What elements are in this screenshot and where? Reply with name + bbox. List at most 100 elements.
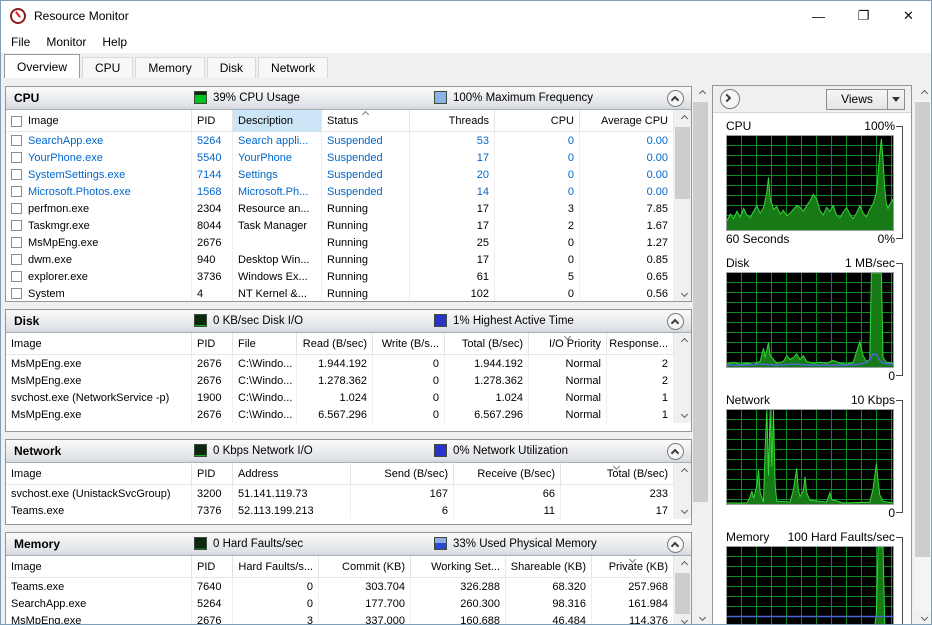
table-row[interactable]: Microsoft.Photos.exe1568Microsoft.Ph...S…: [6, 183, 691, 200]
column-header-pid[interactable]: PID: [192, 333, 233, 355]
table-row[interactable]: SystemSettings.exe7144SettingsSuspended2…: [6, 166, 691, 183]
scroll-down-button[interactable]: [692, 611, 709, 625]
table-row[interactable]: dwm.exe940Desktop Win...Running1700.85: [6, 251, 691, 268]
table-row[interactable]: System4NT Kernel &...Running10200.56: [6, 285, 691, 302]
main-scrollbar[interactable]: [692, 85, 709, 625]
scroll-up-button[interactable]: [914, 85, 931, 100]
column-header-desc[interactable]: Description: [233, 110, 322, 132]
maximize-button[interactable]: ❐: [841, 1, 886, 31]
column-header-pid[interactable]: PID: [192, 556, 233, 578]
scroll-up-button[interactable]: [692, 85, 709, 100]
column-header-share[interactable]: Shareable (KB): [506, 556, 592, 578]
row-checkbox[interactable]: [11, 237, 22, 248]
column-header-receive[interactable]: Receive (B/sec): [454, 463, 561, 485]
table-row[interactable]: MsMpEng.exe2676C:\Windo...6.567.29606.56…: [6, 406, 691, 423]
scroll-down-button[interactable]: [674, 408, 691, 423]
menu-item-file[interactable]: File: [3, 32, 38, 52]
column-header-address[interactable]: Address: [233, 463, 351, 485]
table-row[interactable]: svchost.exe (NetworkService -p)1900C:\Wi…: [6, 389, 691, 406]
row-checkbox[interactable]: [11, 288, 22, 299]
table-row[interactable]: perfmon.exe2304Resource an...Running1737…: [6, 200, 691, 217]
table-row[interactable]: SearchApp.exe52640177.700260.30098.31616…: [6, 595, 691, 612]
row-checkbox[interactable]: [11, 254, 22, 265]
row-checkbox[interactable]: [11, 203, 22, 214]
tab-disk[interactable]: Disk: [207, 57, 256, 78]
row-checkbox[interactable]: [11, 220, 22, 231]
tab-network[interactable]: Network: [258, 57, 328, 78]
column-header-priv[interactable]: Private (KB): [592, 556, 674, 578]
row-checkbox[interactable]: [11, 135, 22, 146]
network-table-scrollbar[interactable]: [674, 463, 691, 519]
disk-collapse-button[interactable]: [667, 313, 684, 330]
views-dropdown-button[interactable]: [888, 89, 905, 110]
scroll-down-button[interactable]: [674, 504, 691, 519]
table-row[interactable]: MsMpEng.exe2676C:\Windo...1.944.19201.94…: [6, 355, 691, 372]
row-checkbox[interactable]: [11, 169, 22, 180]
scrollbar-thumb[interactable]: [693, 102, 708, 502]
table-row[interactable]: svchost.exe (UnistackSvcGroup)320051.141…: [6, 485, 691, 502]
scroll-up-button[interactable]: [674, 110, 691, 125]
table-row[interactable]: MsMpEng.exe2676Running2501.27: [6, 234, 691, 251]
table-row[interactable]: Taskmgr.exe8044Task ManagerRunning1721.6…: [6, 217, 691, 234]
column-header-avg[interactable]: Average CPU: [580, 110, 674, 132]
memory-collapse-button[interactable]: [667, 536, 684, 553]
row-checkbox[interactable]: [11, 271, 22, 282]
expand-pane-button[interactable]: [720, 89, 740, 109]
table-row[interactable]: MsMpEng.exe26763337.000160.68846.484114.…: [6, 612, 691, 625]
views-button-label[interactable]: Views: [826, 89, 888, 110]
column-header-hf[interactable]: Hard Faults/s...: [233, 556, 319, 578]
column-header-threads[interactable]: Threads: [410, 110, 495, 132]
scroll-down-button[interactable]: [674, 614, 691, 625]
column-header-commit[interactable]: Commit (KB): [319, 556, 411, 578]
table-row[interactable]: SearchApp.exe5264Search appli...Suspende…: [6, 132, 691, 149]
table-row[interactable]: MsMpEng.exe2676C:\Windo...1.278.36201.27…: [6, 372, 691, 389]
column-header-pid[interactable]: PID: [192, 463, 233, 485]
memory-table-scrollbar[interactable]: [674, 556, 691, 625]
column-header-ws[interactable]: Working Set...: [411, 556, 506, 578]
scrollbar-thumb[interactable]: [675, 127, 690, 199]
network-collapse-button[interactable]: [667, 443, 684, 460]
scroll-up-button[interactable]: [674, 463, 691, 478]
cpu-table-scrollbar[interactable]: [674, 110, 691, 302]
column-header-status[interactable]: Status: [322, 110, 410, 132]
scroll-up-button[interactable]: [674, 556, 691, 571]
column-header-write[interactable]: Write (B/s...: [373, 333, 445, 355]
views-button[interactable]: Views: [826, 89, 905, 110]
scroll-down-button[interactable]: [914, 611, 931, 625]
right-pane-scrollbar[interactable]: [914, 85, 931, 625]
disk-table-scrollbar[interactable]: [674, 333, 691, 423]
row-checkbox[interactable]: [11, 116, 22, 127]
column-header-cpu[interactable]: CPU: [495, 110, 580, 132]
column-header-image[interactable]: Image: [6, 110, 192, 132]
menu-item-monitor[interactable]: Monitor: [38, 32, 94, 52]
column-header-total[interactable]: Total (B/sec): [445, 333, 529, 355]
table-row[interactable]: YourPhone.exe5540YourPhoneSuspended1700.…: [6, 149, 691, 166]
cpu-collapse-button[interactable]: [667, 90, 684, 107]
column-header-send[interactable]: Send (B/sec): [351, 463, 454, 485]
row-checkbox[interactable]: [11, 186, 22, 197]
cell-text: MsMpEng.exe: [11, 407, 81, 423]
tab-cpu[interactable]: CPU: [82, 57, 133, 78]
column-header-image[interactable]: Image: [6, 556, 192, 578]
column-header-read[interactable]: Read (B/sec): [297, 333, 373, 355]
tab-memory[interactable]: Memory: [135, 57, 204, 78]
column-header-file[interactable]: File: [233, 333, 297, 355]
close-button[interactable]: ✕: [886, 1, 931, 31]
menu-item-help[interactable]: Help: [94, 32, 135, 52]
scroll-down-button[interactable]: [674, 287, 691, 302]
column-header-pid[interactable]: PID: [192, 110, 233, 132]
column-header-image[interactable]: Image: [6, 463, 192, 485]
cell-cpu: 0: [495, 166, 580, 183]
column-header-priority[interactable]: I/O Priority: [529, 333, 607, 355]
tab-overview[interactable]: Overview: [4, 54, 80, 78]
minimize-button[interactable]: —: [796, 1, 841, 31]
column-header-image[interactable]: Image: [6, 333, 192, 355]
scroll-up-button[interactable]: [674, 333, 691, 348]
row-checkbox[interactable]: [11, 152, 22, 163]
column-header-response[interactable]: Response...: [607, 333, 674, 355]
column-header-total[interactable]: Total (B/sec): [561, 463, 674, 485]
table-row[interactable]: explorer.exe3736Windows Ex...Running6150…: [6, 268, 691, 285]
table-row[interactable]: Teams.exe76400303.704326.28868.320257.96…: [6, 578, 691, 595]
table-row[interactable]: Teams.exe737652.113.199.21361117: [6, 502, 691, 519]
scrollbar-thumb[interactable]: [915, 102, 930, 557]
